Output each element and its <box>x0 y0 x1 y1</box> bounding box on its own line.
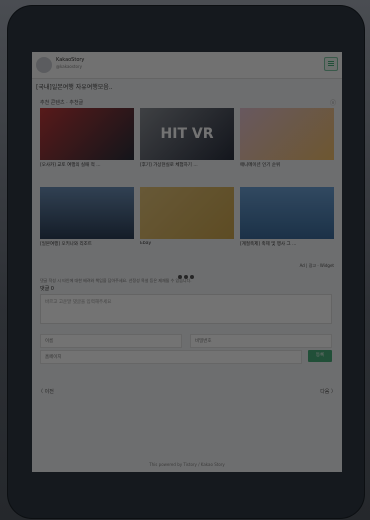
app-header: KakaoStory @kakaostory <box>32 52 342 79</box>
comment-placeholder: 바르고 고운말 댓글을 입력해주세요 <box>45 300 112 305</box>
submit-button[interactable]: 등록 <box>308 350 332 362</box>
app-subtitle: @kakaostory <box>56 64 82 69</box>
footer-text: This powered by Tistory / Kakao Story <box>149 462 225 467</box>
card-caption: [오사카] 교토 여행의 실패 적 ... <box>40 163 101 168</box>
homepage-placeholder: 홈페이지 <box>45 355 62 360</box>
recommend-card[interactable]: [계절축제] 축제 및 행사 그 ... <box>240 187 334 247</box>
password-placeholder: 비밀번호 <box>195 339 212 344</box>
card-thumbnail <box>40 187 134 239</box>
comment-textarea[interactable]: 바르고 고운말 댓글을 입력해주세요 <box>40 294 332 324</box>
card-thumbnail: HIT VR <box>140 108 234 160</box>
close-icon[interactable]: ⓧ <box>330 98 336 107</box>
comment-title: 댓글 0 <box>40 286 54 292</box>
card-caption: [일본여행] 오키나와 리조트 <box>40 242 92 247</box>
recommend-card[interactable]: 애니메이션 인기 순위 <box>240 108 334 168</box>
card-caption: 애니메이션 인기 순위 <box>240 163 281 168</box>
recommend-card[interactable]: HIT VR [후기] 가상현실로 체험하기 ... <box>140 108 234 168</box>
recommend-card[interactable]: Ebay <box>140 187 234 246</box>
prev-link[interactable]: 〈 이전 <box>38 388 54 395</box>
tablet-screen: KakaoStory @kakaostory [국내]일본여행 자유여행모음..… <box>32 52 342 472</box>
menu-button[interactable] <box>324 57 338 71</box>
page-title: [국내]일본여행 자유여행모음.. <box>36 84 113 91</box>
recommend-card[interactable]: [오사카] 교토 여행의 실패 적 ... <box>40 108 134 168</box>
name-placeholder: 이름 <box>45 339 54 344</box>
password-field[interactable]: 비밀번호 <box>190 334 332 348</box>
card-thumbnail <box>240 187 334 239</box>
comment-notice: 댓글 작성 시 타인에 대한 배려와 책임을 담아주세요. 선정성 욕설 등은 … <box>40 278 192 283</box>
card-caption: [계절축제] 축제 및 행사 그 ... <box>240 242 297 247</box>
next-link[interactable]: 다음 〉 <box>320 388 336 395</box>
card-thumbnail <box>140 187 234 239</box>
section-label: 추천 콘텐츠 · 추천글 <box>40 100 84 106</box>
recommend-card[interactable]: [일본여행] 오키나와 리조트 <box>40 187 134 247</box>
card-thumbnail <box>40 108 134 160</box>
ad-brand-label: Ad | 광고 · Widget <box>299 263 334 268</box>
card-caption: Ebay <box>140 241 152 246</box>
app-title: KakaoStory <box>56 57 85 63</box>
card-thumbnail <box>240 108 334 160</box>
card-caption: [후기] 가상현실로 체험하기 ... <box>140 163 198 168</box>
name-field[interactable]: 이름 <box>40 334 182 348</box>
avatar[interactable] <box>36 57 52 73</box>
homepage-field[interactable]: 홈페이지 <box>40 350 302 364</box>
